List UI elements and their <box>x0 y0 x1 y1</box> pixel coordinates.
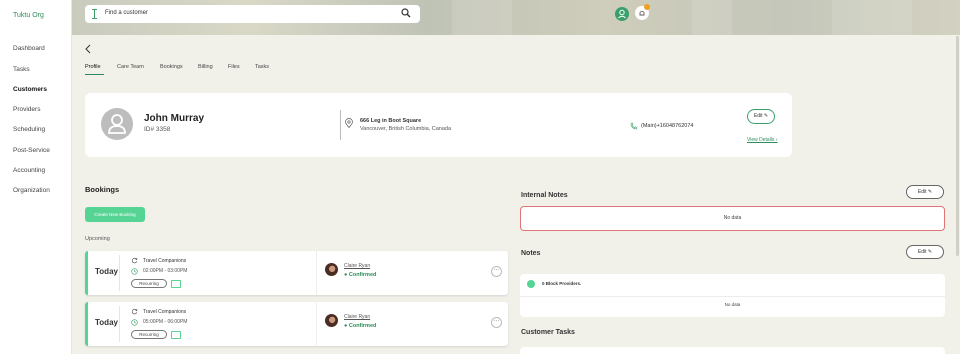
tab-profile[interactable]: Profile <box>85 64 101 70</box>
active-tab-indicator <box>85 74 104 75</box>
customer-tasks-title: Customer Tasks <box>521 329 575 336</box>
divider <box>520 296 945 297</box>
block-providers-text: 0 Block Providers. <box>542 281 582 286</box>
edit-label: Edit <box>753 113 763 119</box>
tab-tasks[interactable]: Tasks <box>255 64 269 70</box>
clock-icon <box>131 268 138 275</box>
more-options-icon[interactable]: ··· <box>491 266 502 277</box>
notification-badge <box>644 4 650 10</box>
text-cursor-icon <box>92 9 97 19</box>
divider <box>119 255 120 291</box>
chat-icon[interactable] <box>171 331 181 339</box>
upcoming-label: Upcoming <box>85 236 110 242</box>
address-line-1: 666 Leg in Boot Square <box>360 118 422 124</box>
sidebar-item-accounting[interactable]: Accounting <box>13 167 45 174</box>
block-providers-icon <box>527 280 535 288</box>
booking-status-text: Confirmed <box>348 323 377 329</box>
internal-notes-title: Internal Notes <box>521 192 568 199</box>
tab-care-team[interactable]: Care Team <box>117 64 144 70</box>
sync-icon <box>131 257 138 264</box>
edit-profile-button[interactable]: Edit ✎ <box>747 109 775 124</box>
edit-label: Edit <box>917 189 927 195</box>
booking-day: Today <box>95 318 118 327</box>
sidebar-item-customers[interactable]: Customers <box>13 86 47 93</box>
header-texture <box>692 0 732 35</box>
booking-day: Today <box>95 267 118 276</box>
divider <box>340 110 341 140</box>
user-icon <box>618 9 626 19</box>
avatar <box>101 108 133 140</box>
recurring-badge: Recurring <box>131 330 167 339</box>
sidebar-item-scheduling[interactable]: Scheduling <box>13 126 45 133</box>
address-line-2: Vancouver, British Columbia, Canada <box>360 126 452 132</box>
divider <box>316 251 317 295</box>
tab-bookings[interactable]: Bookings <box>160 64 183 70</box>
location-pin-icon <box>345 118 353 128</box>
sidebar-item-tasks[interactable]: Tasks <box>13 66 30 73</box>
sidebar-item-dashboard[interactable]: Dashboard <box>13 45 45 52</box>
user-placeholder-icon <box>108 114 126 134</box>
booking-time: 02:00PM - 03:00PM <box>143 268 188 274</box>
scrollbar[interactable] <box>956 36 959 256</box>
divider <box>316 302 317 346</box>
bookings-title: Bookings <box>85 185 120 194</box>
view-details-link[interactable]: View Details › <box>747 137 777 143</box>
phone-number: (Main)+16048762074 <box>641 123 694 129</box>
booking-status: ● Confirmed <box>344 323 377 329</box>
edit-internal-notes-button[interactable]: Edit ✎ <box>906 185 944 199</box>
clock-icon <box>131 319 138 326</box>
tab-billing[interactable]: Billing <box>198 64 213 70</box>
phone-icon <box>630 122 638 130</box>
search-input[interactable]: Find a customer <box>105 10 148 16</box>
create-booking-button[interactable]: Create New Booking <box>85 207 145 222</box>
back-arrow-icon[interactable] <box>84 44 92 54</box>
edit-notes-button[interactable]: Edit ✎ <box>906 245 944 259</box>
provider-name-link[interactable]: Claire Ryan <box>344 263 370 269</box>
sidebar-item-providers[interactable]: Providers <box>13 106 40 113</box>
booking-title: Travel Companions <box>143 258 187 264</box>
pencil-icon: ✎ <box>927 189 933 195</box>
edit-label: Edit <box>917 249 927 255</box>
sync-icon <box>131 308 138 315</box>
user-avatar-button[interactable] <box>615 7 629 21</box>
pencil-icon: ✎ <box>927 249 933 255</box>
more-options-icon[interactable]: ··· <box>491 317 502 328</box>
sidebar: Tuktu Org Dashboard Tasks Customers Prov… <box>0 0 72 354</box>
view-details-label: View Details <box>747 137 775 143</box>
chat-icon[interactable] <box>171 280 181 288</box>
internal-notes-empty: No data <box>520 206 945 231</box>
booking-status-text: Confirmed <box>348 272 377 278</box>
booking-status: ● Confirmed <box>344 272 377 278</box>
notes-empty: No data <box>724 302 741 307</box>
org-name[interactable]: Tuktu Org <box>13 12 44 19</box>
header-texture <box>452 0 512 35</box>
search-icon[interactable] <box>401 8 411 18</box>
recurring-badge: Recurring <box>131 279 167 288</box>
customer-tasks-panel <box>520 347 945 354</box>
customer-id: ID# 3358 <box>144 126 171 133</box>
tab-files[interactable]: Files <box>228 64 240 70</box>
header-texture <box>832 0 912 35</box>
booking-title: Travel Companions <box>143 309 187 315</box>
notes-panel: 0 Block Providers. No data <box>520 274 945 317</box>
provider-name-link[interactable]: Claire Ryan <box>344 314 370 320</box>
booking-card[interactable]: Today Travel Companions 05:00PM - 06:00P… <box>85 302 508 346</box>
top-header: Find a customer <box>72 0 960 35</box>
divider <box>119 306 120 342</box>
profile-card: John Murray ID# 3358 666 Leg in Boot Squ… <box>85 93 792 157</box>
provider-avatar <box>325 263 338 276</box>
booking-time: 05:00PM - 06:00PM <box>143 319 188 325</box>
provider-avatar <box>325 314 338 327</box>
sidebar-item-organization[interactable]: Organization <box>13 187 50 194</box>
search-bar[interactable]: Find a customer <box>85 5 420 23</box>
customer-name: John Murray <box>144 113 205 124</box>
booking-card[interactable]: Today Travel Companions 02:00PM - 03:00P… <box>85 251 508 295</box>
pencil-icon: ✎ <box>763 113 769 119</box>
notes-title: Notes <box>521 250 541 257</box>
sidebar-item-post-service[interactable]: Post-Service <box>13 147 50 154</box>
